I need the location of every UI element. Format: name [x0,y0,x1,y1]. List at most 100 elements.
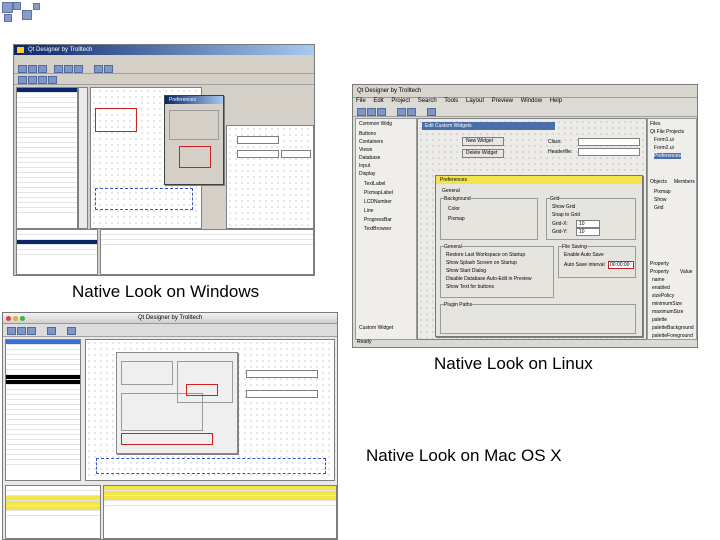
toolbox-display[interactable]: Display [359,171,375,177]
property-editor[interactable] [16,87,78,229]
grid-y-spinbox[interactable]: 10 [576,228,600,236]
form-field[interactable] [281,150,311,158]
file-item[interactable]: Form1.ui [654,137,674,143]
toolbox-pixmaplabel[interactable]: PixmapLabel [364,190,393,196]
grid-x-spinbox[interactable]: 10 [576,220,600,228]
radio-pixmap[interactable]: Pixmap [448,216,465,222]
tree-item[interactable]: Pixmap [654,189,671,195]
toolbox-textlabel[interactable]: TextLabel [364,181,385,187]
property-row[interactable]: maximumSize [652,309,683,315]
property-editor[interactable] [5,339,81,481]
form-field[interactable] [237,150,279,158]
output-panel[interactable] [100,229,314,275]
save-icon[interactable] [38,65,47,73]
widget-icon[interactable] [48,76,57,84]
toolbox-header[interactable]: Common Widg [359,121,392,127]
open-icon[interactable] [28,65,37,73]
form-field[interactable] [246,370,318,378]
menu-edit[interactable]: Edit [373,98,383,104]
save-icon[interactable] [27,327,36,335]
show-grid-checkbox[interactable]: Show Grid [552,204,575,210]
tree-item[interactable]: Show [654,197,667,203]
property-row[interactable]: paletteBackground [652,325,694,331]
minimize-icon[interactable] [13,316,18,321]
open-icon[interactable] [367,108,376,116]
widget-icon[interactable] [28,76,37,84]
value-header: Value [680,269,693,275]
property-row[interactable]: minimumSize [652,301,682,307]
toolbox-input[interactable]: Input [359,163,370,169]
text-buttons-checkbox[interactable]: Show Text for buttons [446,284,494,290]
snap-grid-checkbox[interactable]: Snap to Grid [552,212,580,218]
save-icon[interactable] [377,108,386,116]
new-widget-button[interactable]: New Widget [462,137,504,146]
pointer-icon[interactable] [94,65,103,73]
delete-widget-button[interactable]: Delete Widget [462,149,504,158]
connect-icon[interactable] [104,65,113,73]
object-explorer[interactable] [16,229,98,275]
property-row[interactable]: paletteForeground [652,333,693,339]
zoom-icon[interactable] [20,316,25,321]
menu-tools[interactable]: Tools [444,98,458,104]
undo-icon[interactable] [47,327,56,335]
restore-workspace-checkbox[interactable]: Restore Last Workspace on Startup [446,252,525,258]
widget-icon[interactable] [18,76,27,84]
widget-icon[interactable] [38,76,47,84]
paste-icon[interactable] [74,65,83,73]
pointer-icon[interactable] [67,327,76,335]
menu-file[interactable]: File [356,98,366,104]
property-scrollbar[interactable] [78,87,88,229]
menu-project[interactable]: Project [391,98,410,104]
toolbox-containers[interactable]: Containers [359,139,383,145]
new-icon[interactable] [357,108,366,116]
toolbox-views[interactable]: Views [359,147,372,153]
toolbox-progressbar[interactable]: ProgressBar [364,217,392,223]
new-icon[interactable] [18,65,27,73]
tree-item[interactable]: Grid [654,205,663,211]
property-row[interactable]: sizePolicy [652,293,674,299]
open-icon[interactable] [17,327,26,335]
menu-layout[interactable]: Layout [466,98,484,104]
form-field[interactable] [246,390,318,398]
auto-save-time[interactable]: 00:00:00 [608,261,634,269]
property-row[interactable]: palette [652,317,667,323]
tab-members[interactable]: Members [674,179,695,185]
object-explorer[interactable] [5,485,101,539]
form-field[interactable] [237,136,279,144]
close-icon[interactable] [6,316,11,321]
copy-icon[interactable] [64,65,73,73]
menu-help[interactable]: Help [550,98,562,104]
menu-preview[interactable]: Preview [492,98,513,104]
toolbox-line[interactable]: Line [364,208,373,214]
menu-search[interactable]: Search [418,98,437,104]
file-item[interactable]: Qt File Projects [650,129,684,135]
property-row[interactable]: name [652,277,665,283]
toolbox-database[interactable]: Database [359,155,380,161]
toolbox-buttons[interactable]: Buttons [359,131,376,137]
tab-general[interactable]: General [442,188,460,194]
file-item-selected[interactable]: Preferences [654,153,681,159]
property-row[interactable]: enabled [652,285,670,291]
cut-icon[interactable] [54,65,63,73]
auto-save-checkbox[interactable]: Enable Auto Save [564,252,604,258]
disable-autoedit-checkbox[interactable]: Disable Database Auto-Edit in Preview [446,276,532,282]
file-item[interactable]: Form2.ui [654,145,674,151]
header-input[interactable] [578,148,640,156]
toolbox-lcdnumber[interactable]: LCDNumber [364,199,392,205]
form-canvas[interactable] [85,339,335,481]
pointer-icon[interactable] [427,108,436,116]
radio-color[interactable]: Color [448,206,460,212]
toolbox-custom[interactable]: Custom Widget [359,325,393,331]
output-panel[interactable] [103,485,337,539]
menu-window[interactable]: Window [521,98,542,104]
new-icon[interactable] [7,327,16,335]
form-canvas-2[interactable] [226,125,314,229]
toolbox-textbrowser[interactable]: TextBrowser [364,226,392,232]
undo-icon[interactable] [397,108,406,116]
redo-icon[interactable] [407,108,416,116]
start-dialog-checkbox[interactable]: Show Start Dialog [446,268,486,274]
class-input[interactable] [578,138,640,146]
tab-objects[interactable]: Objects [650,179,667,185]
splash-screen-checkbox[interactable]: Show Splash Screen on Startup [446,260,517,266]
layout-box [95,188,193,210]
